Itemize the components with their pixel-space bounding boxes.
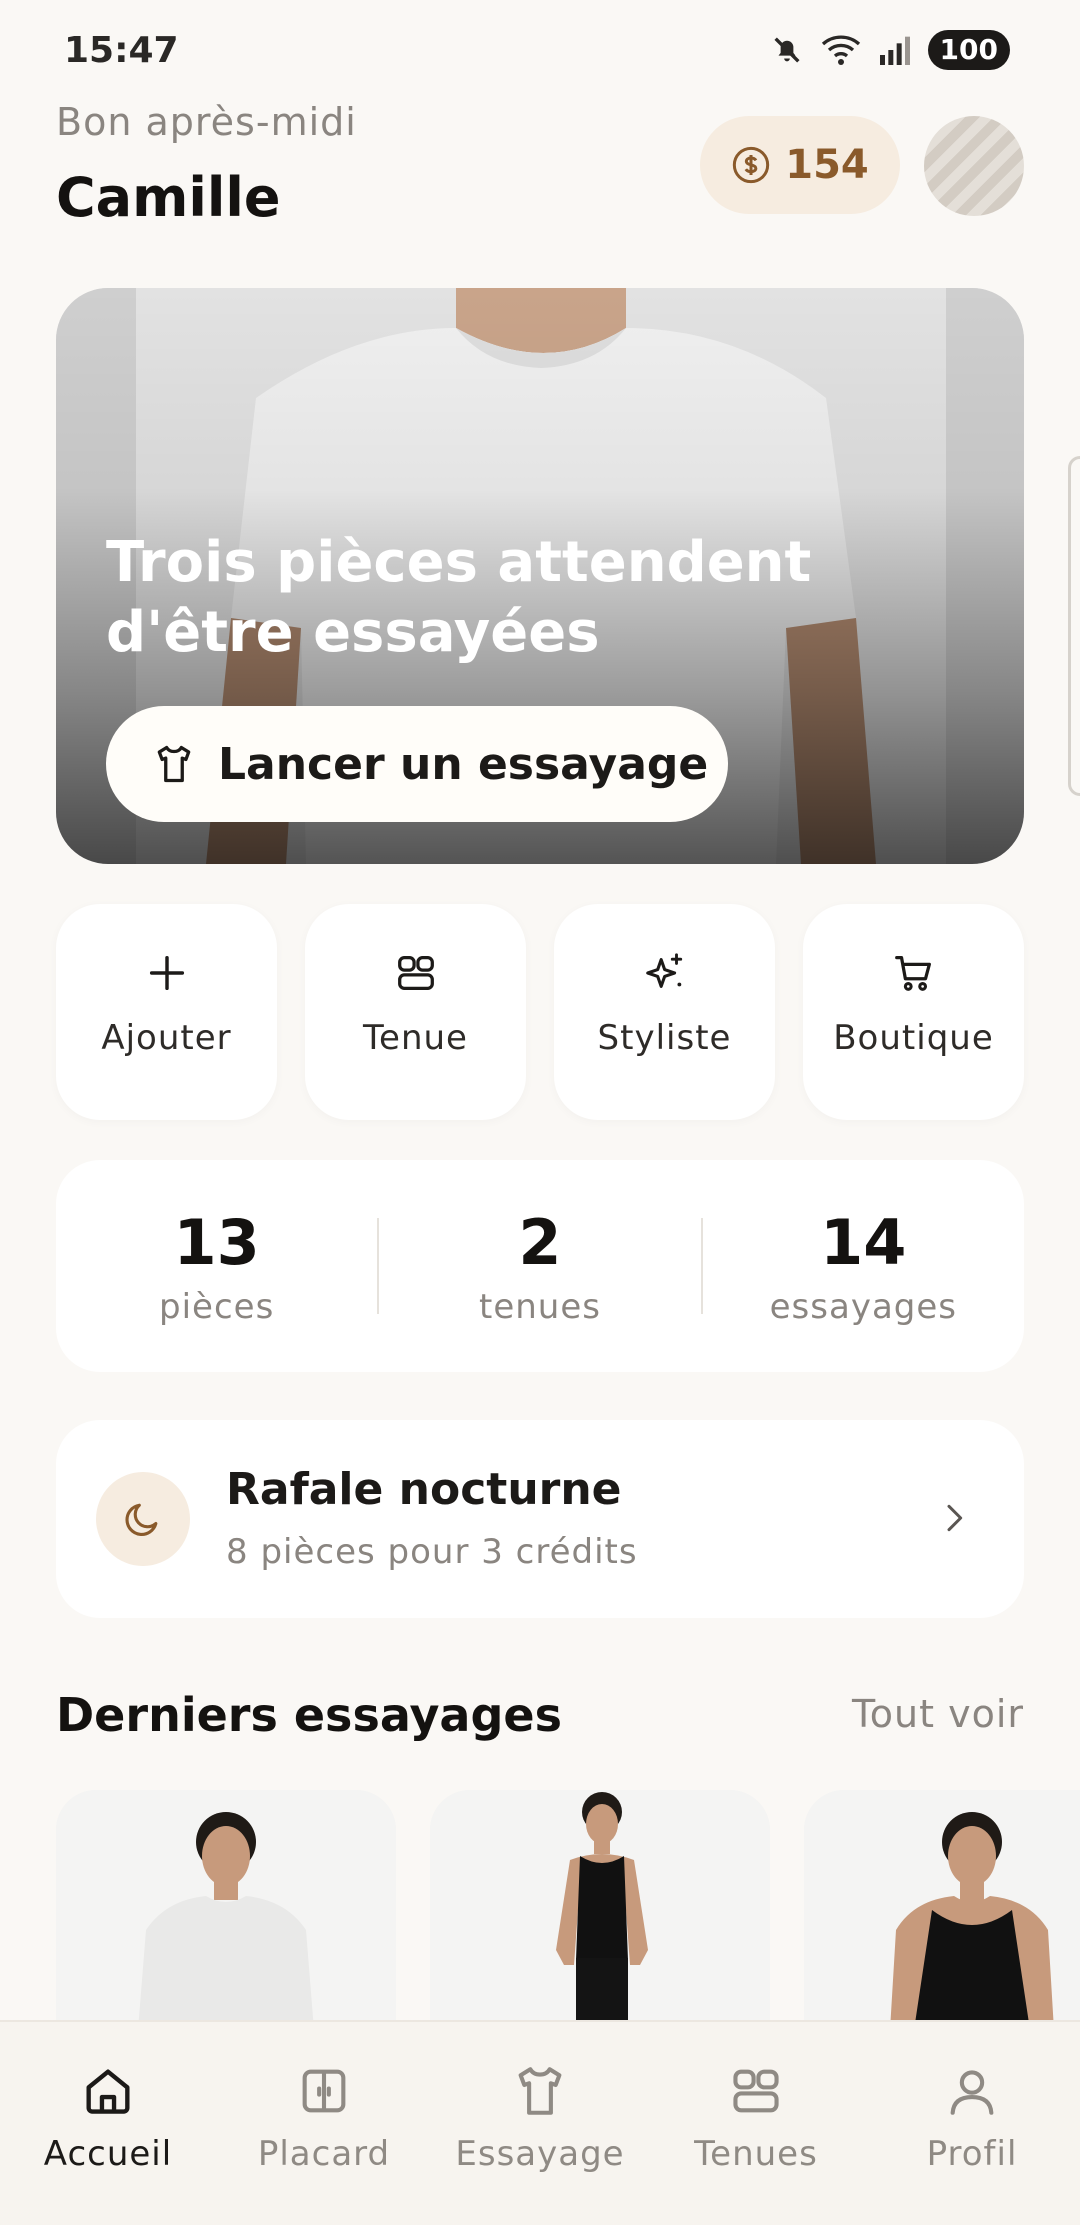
status-bar: 15:47 100	[0, 0, 1080, 100]
recent-tryons-title: Derniers essayages	[56, 1688, 562, 1742]
stats-card: 13 pièces 2 tenues 14 essayages	[56, 1160, 1024, 1372]
home-icon	[86, 2069, 130, 2114]
outfit-button[interactable]: Tenue	[305, 904, 526, 1120]
wardrobe-icon	[302, 2069, 346, 2113]
stat-tryons-label: essayages	[769, 1287, 957, 1327]
moon-icon	[125, 1503, 158, 1536]
nav-home-label: Accueil	[43, 2134, 173, 2174]
credits-badge[interactable]: 154	[700, 116, 900, 214]
stat-tryons[interactable]: 14 essayages	[703, 1205, 1024, 1327]
nav-wardrobe[interactable]: Placard	[216, 2022, 432, 2225]
outfit-label: Tenue	[363, 1018, 468, 1058]
recent-tryons-list	[56, 1790, 1080, 2020]
night-burst-promo[interactable]: Rafale nocturne 8 pièces pour 3 crédits	[56, 1420, 1024, 1618]
user-icon	[950, 2070, 994, 2115]
mute-icon	[774, 37, 800, 63]
coin-icon	[733, 146, 770, 184]
promo-title: Rafale nocturne	[226, 1464, 622, 1515]
plus-icon	[149, 955, 184, 991]
greeting: Bon après-midi	[56, 100, 357, 144]
nav-outfits-label: Tenues	[694, 2134, 818, 2174]
cart-icon	[894, 956, 931, 991]
tryon-thumbnail[interactable]	[56, 1790, 396, 2020]
battery-indicator: 100	[927, 30, 1010, 70]
see-all-link[interactable]: Tout voir	[852, 1692, 1024, 1736]
tryon-image	[56, 1790, 396, 2020]
promo-icon-badge	[96, 1472, 190, 1566]
quick-actions: Ajouter Tenue Styliste Boutique	[56, 904, 1024, 1120]
stylist-button[interactable]: Styliste	[554, 904, 775, 1120]
stat-items-label: pièces	[159, 1287, 275, 1327]
user-name: Camille	[56, 166, 281, 229]
nav-outfits[interactable]: Tenues	[648, 2022, 864, 2225]
tryon-thumbnail[interactable]	[804, 1790, 1080, 2020]
add-item-label: Ajouter	[101, 1018, 232, 1058]
tryon-image	[430, 1790, 770, 2020]
hero-title: Trois pièces attendent d'être essayées	[106, 530, 812, 665]
home-screen: 15:47 100 Bon après-midi Camille 154 Tro…	[0, 0, 1080, 2225]
add-item-button[interactable]: Ajouter	[56, 904, 277, 1120]
nav-home[interactable]: Accueil	[0, 2022, 216, 2225]
hero-card[interactable]: Trois pièces attendent d'être essayées L…	[56, 288, 1024, 864]
tshirt-icon	[518, 2067, 562, 2115]
stat-outfits[interactable]: 2 tenues	[379, 1205, 700, 1327]
nav-profile[interactable]: Profil	[864, 2022, 1080, 2225]
tryon-thumbnail[interactable]	[430, 1790, 770, 2020]
stat-outfits-label: tenues	[479, 1287, 601, 1327]
status-time: 15:47	[64, 30, 179, 71]
stat-tryons-value: 14	[820, 1206, 907, 1279]
nav-tryon[interactable]: Essayage	[432, 2022, 648, 2225]
nav-tryon-label: Essayage	[455, 2134, 625, 2174]
stat-items-value: 13	[173, 1206, 260, 1279]
tryon-image	[804, 1790, 1080, 2020]
start-tryon-label: Lancer un essayage	[218, 738, 709, 790]
chevron-right-icon	[947, 1504, 963, 1532]
promo-subtitle: 8 pièces pour 3 crédits	[226, 1532, 638, 1572]
outfit-grid-icon	[397, 956, 434, 990]
start-tryon-button[interactable]: Lancer un essayage	[106, 706, 728, 822]
bottom-navigation: Accueil Placard Essayage Tenues Profil	[0, 2020, 1080, 2225]
status-icons: 100	[770, 30, 1010, 70]
stylist-label: Styliste	[597, 1018, 732, 1058]
stat-outfits-value: 2	[518, 1206, 562, 1279]
shop-button[interactable]: Boutique	[803, 904, 1024, 1120]
nav-profile-label: Profil	[926, 2134, 1018, 2174]
stat-items[interactable]: 13 pièces	[56, 1205, 377, 1327]
tshirt-icon	[157, 745, 191, 783]
nav-wardrobe-label: Placard	[257, 2134, 391, 2174]
wifi-icon	[821, 35, 860, 65]
outfit-grid-icon	[733, 2069, 779, 2113]
shop-label: Boutique	[833, 1018, 994, 1058]
avatar[interactable]	[924, 116, 1024, 216]
scroll-handle[interactable]	[1068, 456, 1080, 796]
credits-value: 154	[785, 142, 869, 188]
sparkle-icon	[645, 953, 682, 988]
signal-icon	[879, 36, 910, 65]
